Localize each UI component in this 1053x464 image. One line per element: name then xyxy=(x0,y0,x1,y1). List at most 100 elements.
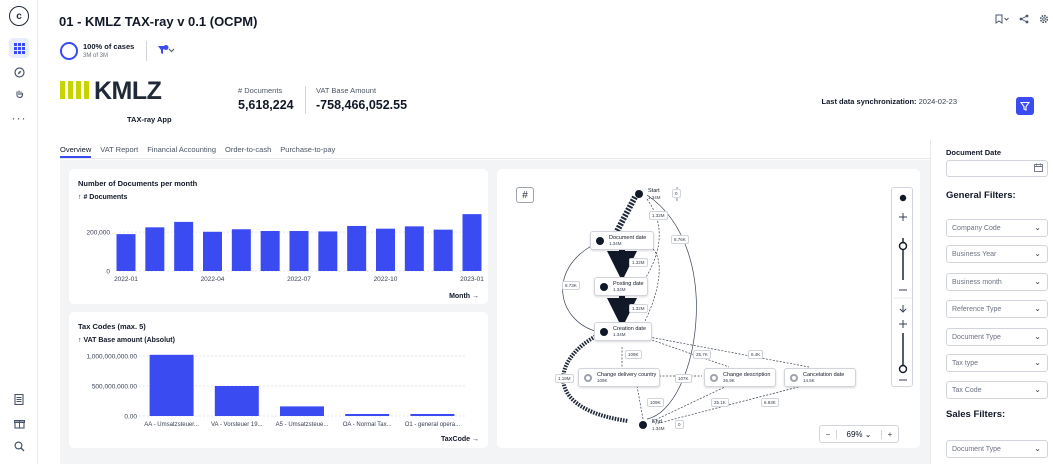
bar xyxy=(214,386,259,416)
filter-label: Reference Type xyxy=(952,305,1002,313)
tab-order-to-cash[interactable]: Order-to-cash xyxy=(225,145,271,158)
edge-label: 1.32M xyxy=(649,211,668,220)
chart-x-label[interactable]: TaxCode → xyxy=(441,436,479,443)
filter-dropdown-icon[interactable] xyxy=(157,44,175,58)
tab-financial-accounting[interactable]: Financial Accounting xyxy=(147,145,216,158)
filter-document-type[interactable]: Document Type ⌄ xyxy=(946,328,1048,346)
node-count: 1.34M xyxy=(652,425,665,431)
share-icon[interactable] xyxy=(1019,14,1029,27)
process-map-card: # Start 1.34M 0 Document date 1.34M Postin… xyxy=(497,169,920,448)
filter-label: Tax type xyxy=(952,359,979,367)
search-icon[interactable] xyxy=(9,436,29,456)
process-node-cancelation-date[interactable]: Cancelation date 14.5K xyxy=(784,368,856,387)
kpi-label: # Documents xyxy=(238,86,283,95)
sync-label: Last data synchronization: xyxy=(821,97,917,106)
y-tick-label: 500,000,000.00 xyxy=(92,384,138,391)
left-rail: c ··· xyxy=(0,0,38,464)
gift-icon[interactable] xyxy=(9,413,29,433)
node-name: Start xyxy=(648,188,660,195)
zoom-in-button[interactable]: + xyxy=(882,430,898,439)
tab-overview[interactable]: Overview xyxy=(60,145,92,158)
filter-business-month[interactable]: Business month ⌄ xyxy=(946,273,1048,291)
hash-icon[interactable]: # xyxy=(516,187,534,203)
detail-slider[interactable] xyxy=(891,187,913,387)
bar xyxy=(347,225,367,271)
more-icon[interactable]: ··· xyxy=(9,108,29,128)
bar xyxy=(376,228,395,271)
coverage-ring xyxy=(60,42,78,60)
bar xyxy=(280,406,324,416)
y-tick-label: 0.00 xyxy=(124,414,137,421)
general-filters-heading: General Filters: xyxy=(946,190,1016,201)
x-tick-label: A5 - Umsatzsteue... xyxy=(276,422,329,428)
last-sync: Last data synchronization: 2024-02-23 xyxy=(822,97,957,106)
filter-sales-document-type[interactable]: Document Type ⌄ xyxy=(946,440,1048,458)
x-tick-label: OA - Normal Tax... xyxy=(343,422,392,428)
chart-title: Number of Documents per month xyxy=(78,179,198,188)
app-root: c ··· 01 - KMLZ TAX-ray v 0.1 (OCPM) 100… xyxy=(0,0,1053,464)
node-count: 26.9K xyxy=(723,378,735,384)
process-node-document-date[interactable]: Document date 1.34M xyxy=(590,231,654,250)
process-node-change-delivery-country[interactable]: Change delivery country 109K xyxy=(578,368,660,387)
chevron-down-icon: ⌄ xyxy=(1034,332,1041,341)
bar xyxy=(149,354,194,416)
filter-tax-type[interactable]: Tax type ⌄ xyxy=(946,354,1048,372)
settings-icon[interactable] xyxy=(1039,14,1049,27)
bar xyxy=(462,214,482,271)
end-badge: 0 xyxy=(675,420,684,429)
date-filter-label: Document Date xyxy=(946,148,1002,157)
chevron-down-icon: ⌄ xyxy=(1034,385,1041,394)
bar xyxy=(145,227,165,271)
x-tick-label: 2022-07 xyxy=(287,276,311,283)
edge-label: 1.32M xyxy=(629,258,648,267)
filter-panel-button[interactable] xyxy=(1016,97,1034,115)
node-count: 1.34M xyxy=(613,287,626,293)
edge-label: 8.4K xyxy=(748,350,764,359)
sales-filters-heading: Sales Filters: xyxy=(946,409,1006,420)
tab-vat-report[interactable]: VAT Report xyxy=(100,145,138,158)
calendar-icon[interactable] xyxy=(1034,163,1043,174)
chart-x-label[interactable]: Month → xyxy=(449,293,479,300)
document-date-input[interactable] xyxy=(946,160,1048,177)
kpi-value: 5,618,224 xyxy=(238,98,294,112)
coverage-percent: 100% of cases xyxy=(83,42,135,52)
x-tick-label: 2022-10 xyxy=(374,276,398,283)
compass-icon[interactable] xyxy=(9,62,29,82)
document-icon[interactable] xyxy=(9,389,29,409)
divider xyxy=(146,41,148,61)
bookmark-icon[interactable] xyxy=(995,14,1009,27)
y-tick-label: 200,000 xyxy=(87,230,111,237)
filter-company-code[interactable]: Company Code ⌄ xyxy=(946,219,1048,237)
bar xyxy=(404,226,424,271)
kpi-value: -758,466,052.55 xyxy=(316,98,408,112)
chevron-down-icon: ⌄ xyxy=(1034,277,1041,286)
divider xyxy=(305,86,306,114)
edge-label: 109K xyxy=(647,398,664,407)
process-node-creation-date[interactable]: Creation date 1.34M xyxy=(594,322,652,341)
filter-tax-code[interactable]: Tax Code ⌄ xyxy=(946,381,1048,399)
filter-label: Document Type xyxy=(952,445,1001,453)
y-tick-label: 0 xyxy=(106,269,110,276)
process-node-end[interactable]: End 1.34M xyxy=(634,417,670,433)
y-tick-label: 1,000,000,000.00 xyxy=(86,354,137,361)
chevron-down-icon: ⌄ xyxy=(1034,358,1041,367)
process-node-posting-date[interactable]: Posting date 1.34M xyxy=(594,277,648,296)
grid-icon[interactable] xyxy=(9,38,29,58)
celonis-logo-icon[interactable]: c xyxy=(9,6,29,26)
hand-icon[interactable] xyxy=(9,84,29,104)
node-count: 1.34M xyxy=(609,241,622,247)
process-node-start[interactable]: Start 1.34M xyxy=(630,186,666,202)
tab-purchase-to-pay[interactable]: Purchase-to-pay xyxy=(280,145,335,158)
edge-label: 107K xyxy=(675,374,692,383)
process-node-change-description[interactable]: Change description 26.9K xyxy=(704,368,776,387)
filter-business-year[interactable]: Business Year ⌄ xyxy=(946,245,1048,263)
node-count: 1.34M xyxy=(613,332,626,338)
filter-label: Business Year xyxy=(952,250,997,258)
zoom-out-button[interactable]: − xyxy=(820,430,836,439)
brand-bars xyxy=(60,81,89,99)
zoom-value: 69% xyxy=(846,429,863,439)
node-count: 1.34M xyxy=(648,194,661,200)
filter-reference-type[interactable]: Reference Type ⌄ xyxy=(946,300,1048,318)
zoom-select[interactable]: 69% ⌄ xyxy=(836,429,882,439)
documents-bar-chart: 200,000 0 2022-01 2022-04 2022-07 2022-10 2023… xyxy=(87,214,484,283)
